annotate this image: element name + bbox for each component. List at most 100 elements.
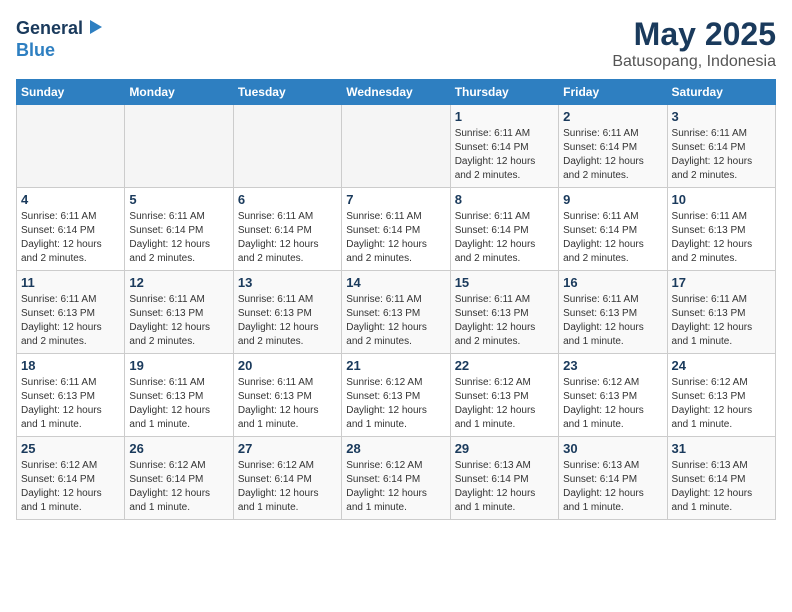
day-info: Sunrise: 6:11 AM Sunset: 6:14 PM Dayligh… <box>563 210 662 266</box>
calendar-cell: 18Sunrise: 6:11 AM Sunset: 6:13 PM Dayli… <box>17 354 125 437</box>
calendar-cell: 11 Sunrise: 6:11 AM Sunset: 6:13 PM Dayli… <box>17 271 125 354</box>
day-info: Sunrise: 6:11 AM Sunset: 6:14 PM Dayligh… <box>346 210 445 266</box>
col-thursday: Thursday <box>450 80 558 105</box>
page-header: General Blue May 2025 Batusopang, Indone… <box>16 16 776 71</box>
day-info: Sunrise: 6:11 AM Sunset: 6:14 PM Dayligh… <box>455 210 554 266</box>
calendar-cell: 23 Sunrise: 6:12 AM Sunset: 6:13 PM Dayli… <box>559 354 667 437</box>
day-number: 8 <box>455 192 554 207</box>
day-info: Sunrise: 6:12 AM Sunset: 6:14 PM Dayligh… <box>129 459 228 515</box>
day-number: 19 <box>129 358 228 373</box>
calendar-cell: 31 Sunrise: 6:13 AM Sunset: 6:14 PM Dayli… <box>667 437 775 520</box>
day-info: Sunrise: 6:12 AM Sunset: 6:13 PM Dayligh… <box>346 376 445 432</box>
day-number: 9 <box>563 192 662 207</box>
day-number: 13 <box>238 275 337 290</box>
calendar-cell: 25Sunrise: 6:12 AM Sunset: 6:14 PM Dayli… <box>17 437 125 520</box>
day-info: Sunrise: 6:11 AM Sunset: 6:13 PM Dayligh… <box>238 293 337 349</box>
day-info: Sunrise: 6:11 AM Sunset: 6:13 PM Dayligh… <box>563 293 662 349</box>
day-number: 2 <box>563 109 662 124</box>
calendar-cell: 2 Sunrise: 6:11 AM Sunset: 6:14 PM Daylig… <box>559 105 667 188</box>
day-info: Sunrise: 6:12 AM Sunset: 6:14 PM Dayligh… <box>346 459 445 515</box>
title-block: May 2025 Batusopang, Indonesia <box>612 16 776 71</box>
page-subtitle: Batusopang, Indonesia <box>612 53 776 71</box>
day-number: 17 <box>672 275 771 290</box>
calendar-cell: 5Sunrise: 6:11 AM Sunset: 6:14 PM Daylig… <box>125 188 233 271</box>
week-row-4: 18 Sunrise: 6:11 AM Sunset: 6:13 PM Dayli… <box>17 354 776 437</box>
day-info: Sunrise: 6:11 AM Sunset: 6:13 PM Dayligh… <box>21 293 120 349</box>
day-info: Sunrise: 6:11 AM Sunset: 6:14 PM Dayligh… <box>672 127 771 183</box>
day-info: Sunrise: 6:11 AM Sunset: 6:13 PM Dayligh… <box>129 376 228 432</box>
day-number: 26 <box>129 441 228 456</box>
day-info: Sunrise: 6:12 AM Sunset: 6:13 PM Dayligh… <box>455 376 554 432</box>
calendar-header-row: Sunday Monday Tuesday Wednesday Thursday… <box>17 80 776 105</box>
page-title: May 2025 <box>612 16 776 53</box>
day-number: 4 <box>21 192 120 207</box>
calendar-cell: 21 Sunrise: 6:12 AM Sunset: 6:13 PM Dayli… <box>342 354 450 437</box>
day-info: Sunrise: 6:11 AM Sunset: 6:13 PM Dayligh… <box>672 293 771 349</box>
week-row-5: 25Sunrise: 6:12 AM Sunset: 6:14 PM Dayli… <box>17 437 776 520</box>
calendar-cell: 28Sunrise: 6:12 AM Sunset: 6:14 PM Dayli… <box>342 437 450 520</box>
calendar-cell <box>233 105 341 188</box>
day-number: 30 <box>563 441 662 456</box>
day-number: 27 <box>238 441 337 456</box>
day-number: 10 <box>672 192 771 207</box>
calendar-cell: 30 Sunrise: 6:13 AM Sunset: 6:14 PM Dayli… <box>559 437 667 520</box>
day-info: Sunrise: 6:11 AM Sunset: 6:14 PM Dayligh… <box>563 127 662 183</box>
day-info: Sunrise: 6:12 AM Sunset: 6:13 PM Dayligh… <box>563 376 662 432</box>
calendar-cell: 13 Sunrise: 6:11 AM Sunset: 6:13 PM Dayli… <box>233 271 341 354</box>
day-info: Sunrise: 6:11 AM Sunset: 6:14 PM Dayligh… <box>129 210 228 266</box>
calendar-cell: 27 Sunrise: 6:12 AM Sunset: 6:14 PM Dayli… <box>233 437 341 520</box>
calendar-cell: 8 Sunrise: 6:11 AM Sunset: 6:14 PM Daylig… <box>450 188 558 271</box>
calendar-cell: 1Sunrise: 6:11 AM Sunset: 6:14 PM Daylig… <box>450 105 558 188</box>
calendar-cell: 15 Sunrise: 6:11 AM Sunset: 6:13 PM Dayli… <box>450 271 558 354</box>
calendar-cell: 19 Sunrise: 6:11 AM Sunset: 6:13 PM Dayli… <box>125 354 233 437</box>
day-number: 6 <box>238 192 337 207</box>
calendar-cell <box>342 105 450 188</box>
day-info: Sunrise: 6:11 AM Sunset: 6:14 PM Dayligh… <box>455 127 554 183</box>
day-info: Sunrise: 6:11 AM Sunset: 6:13 PM Dayligh… <box>129 293 228 349</box>
calendar-cell: 14Sunrise: 6:11 AM Sunset: 6:13 PM Dayli… <box>342 271 450 354</box>
col-saturday: Saturday <box>667 80 775 105</box>
day-number: 18 <box>21 358 120 373</box>
col-friday: Friday <box>559 80 667 105</box>
calendar-cell: 29Sunrise: 6:13 AM Sunset: 6:14 PM Dayli… <box>450 437 558 520</box>
day-number: 31 <box>672 441 771 456</box>
calendar-cell: 24 Sunrise: 6:12 AM Sunset: 6:13 PM Dayli… <box>667 354 775 437</box>
day-number: 24 <box>672 358 771 373</box>
week-row-2: 4 Sunrise: 6:11 AM Sunset: 6:14 PM Daylig… <box>17 188 776 271</box>
week-row-3: 11 Sunrise: 6:11 AM Sunset: 6:13 PM Dayli… <box>17 271 776 354</box>
day-number: 7 <box>346 192 445 207</box>
day-info: Sunrise: 6:11 AM Sunset: 6:13 PM Dayligh… <box>455 293 554 349</box>
day-number: 22 <box>455 358 554 373</box>
day-number: 23 <box>563 358 662 373</box>
col-sunday: Sunday <box>17 80 125 105</box>
day-number: 3 <box>672 109 771 124</box>
calendar-cell: 6 Sunrise: 6:11 AM Sunset: 6:14 PM Daylig… <box>233 188 341 271</box>
day-number: 12 <box>129 275 228 290</box>
calendar-cell: 4Sunrise: 6:11 AM Sunset: 6:14 PM Daylig… <box>17 188 125 271</box>
day-info: Sunrise: 6:13 AM Sunset: 6:14 PM Dayligh… <box>563 459 662 515</box>
day-number: 14 <box>346 275 445 290</box>
day-info: Sunrise: 6:11 AM Sunset: 6:13 PM Dayligh… <box>238 376 337 432</box>
day-info: Sunrise: 6:12 AM Sunset: 6:14 PM Dayligh… <box>238 459 337 515</box>
calendar-cell: 16 Sunrise: 6:11 AM Sunset: 6:13 PM Dayli… <box>559 271 667 354</box>
day-number: 21 <box>346 358 445 373</box>
logo-text-blue: Blue <box>16 41 104 61</box>
day-number: 11 <box>21 275 120 290</box>
day-info: Sunrise: 6:12 AM Sunset: 6:13 PM Dayligh… <box>672 376 771 432</box>
logo-text-general: General <box>16 18 83 38</box>
calendar-cell: 20Sunrise: 6:11 AM Sunset: 6:13 PM Dayli… <box>233 354 341 437</box>
calendar-cell: 10Sunrise: 6:11 AM Sunset: 6:13 PM Dayli… <box>667 188 775 271</box>
col-tuesday: Tuesday <box>233 80 341 105</box>
day-info: Sunrise: 6:11 AM Sunset: 6:14 PM Dayligh… <box>238 210 337 266</box>
col-wednesday: Wednesday <box>342 80 450 105</box>
logo-arrow-icon <box>86 18 104 36</box>
calendar-table: Sunday Monday Tuesday Wednesday Thursday… <box>16 79 776 520</box>
calendar-cell: 7 Sunrise: 6:11 AM Sunset: 6:14 PM Daylig… <box>342 188 450 271</box>
day-info: Sunrise: 6:13 AM Sunset: 6:14 PM Dayligh… <box>672 459 771 515</box>
calendar-cell: 26 Sunrise: 6:12 AM Sunset: 6:14 PM Dayli… <box>125 437 233 520</box>
day-number: 15 <box>455 275 554 290</box>
calendar-cell: 9 Sunrise: 6:11 AM Sunset: 6:14 PM Daylig… <box>559 188 667 271</box>
calendar-cell: 17 Sunrise: 6:11 AM Sunset: 6:13 PM Dayli… <box>667 271 775 354</box>
col-monday: Monday <box>125 80 233 105</box>
day-number: 16 <box>563 275 662 290</box>
